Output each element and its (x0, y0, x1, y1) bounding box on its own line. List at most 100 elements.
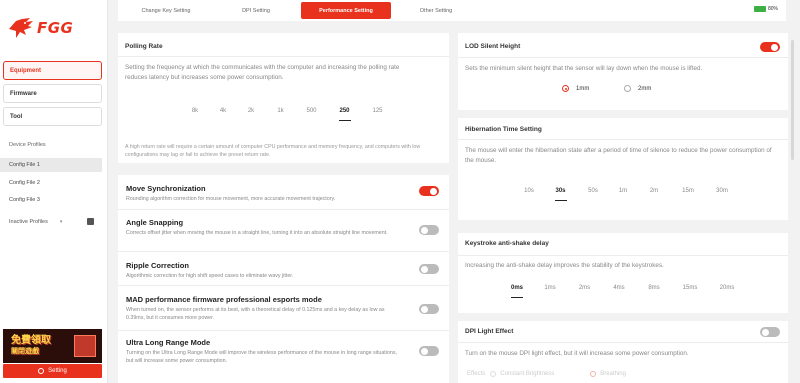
scrollbar-thumb[interactable] (791, 40, 794, 160)
radio-selected-icon[interactable] (590, 371, 597, 377)
hibernation-options: 10s 30s 50s 1m 2m 15m 30m (514, 188, 739, 201)
divider (458, 342, 788, 343)
tab-other-setting[interactable]: Other Setting (396, 2, 476, 19)
divider (118, 330, 449, 331)
chevron-down-icon[interactable]: ▾ (60, 219, 63, 225)
dpi-light-desc: Turn on the mouse DPI light effect, but … (465, 350, 689, 357)
hibernation-option[interactable]: 15m (671, 188, 705, 194)
keystroke-option[interactable]: 20ms (709, 285, 745, 291)
hibernation-option-selected[interactable]: 30s (544, 188, 577, 201)
move-sync-toggle[interactable] (419, 186, 439, 196)
brand-logo: FGG (8, 14, 73, 42)
switch-title: Move Synchronization (126, 184, 206, 193)
keystroke-desc: Increasing the anti-shake delay improves… (465, 262, 664, 269)
lod-title: LOD Silent Height (465, 43, 521, 50)
promo-line-2: 關閉遊戲 (11, 347, 39, 355)
effect-breathing[interactable]: Breathing (600, 371, 626, 377)
lod-panel: LOD Silent Height Sets the minimum silen… (458, 33, 788, 110)
keystroke-option[interactable]: 1ms (532, 285, 568, 291)
keystroke-option-selected[interactable]: 0ms (502, 285, 532, 298)
polling-rate-note: A high return rate will require a certai… (125, 144, 421, 158)
dpi-light-toggle[interactable] (760, 327, 780, 337)
keystroke-options: 0ms 1ms 2ms 4ms 8ms 15ms 20ms (502, 285, 745, 298)
dpi-light-title: DPI Light Effect (465, 328, 514, 335)
rate-option[interactable]: 1k (265, 108, 296, 114)
switches-panel: Move Synchronization Rounding algorithm … (118, 175, 449, 383)
switch-title: Ripple Correction (126, 261, 189, 270)
hibernation-option[interactable]: 30m (705, 188, 739, 194)
switch-row-ripple-correction: Ripple Correction Algorithmic correction… (118, 261, 448, 291)
switch-desc: When turned on, the sensor performs at i… (126, 307, 385, 321)
eagle-logo-icon (9, 18, 33, 38)
switch-row-ultra-long-range: Ultra Long Range Mode Turning on the Ult… (118, 338, 448, 368)
switch-desc: Rounding algorithm correction for mouse … (126, 196, 336, 202)
hibernation-desc: The mouse will enter the hibernation sta… (465, 147, 772, 164)
radio-icon[interactable] (490, 371, 497, 377)
divider (458, 255, 788, 256)
switch-desc: Corrects offset jitter when moving the m… (126, 230, 388, 236)
polling-rate-panel: Polling Rate Setting the frequency at wh… (118, 33, 449, 163)
lod-radio-1mm[interactable]: 1mm (562, 85, 589, 92)
keystroke-option[interactable]: 8ms (637, 285, 671, 291)
hibernation-panel: Hibernation Time Setting The mouse will … (458, 118, 788, 220)
polling-rate-options: 8k 4k 2k 1k 500 250 125 (181, 108, 393, 121)
tab-performance-setting[interactable]: Performance Setting (301, 2, 391, 19)
divider (118, 285, 449, 286)
setting-label: Setting (48, 368, 67, 374)
divider (118, 209, 449, 210)
keystroke-option[interactable]: 15ms (671, 285, 709, 291)
rate-option-selected[interactable]: 250 (327, 108, 362, 121)
divider (118, 251, 449, 252)
switch-desc: Algorithmic correction for high shift sp… (126, 273, 294, 279)
inactive-profiles-label: Inactive Profiles (9, 218, 48, 225)
battery-icon (753, 6, 766, 12)
keystroke-option[interactable]: 4ms (601, 285, 637, 291)
divider (458, 139, 788, 140)
lod-toggle[interactable] (760, 42, 780, 52)
keystroke-option[interactable]: 2ms (568, 285, 601, 291)
nav-firmware[interactable]: Firmware (3, 84, 102, 103)
radio-label: 1mm (576, 85, 590, 92)
tab-dpi-setting[interactable]: DPI Setting (216, 2, 296, 19)
promo-banner[interactable]: 免費領取 關閉遊戲 (3, 329, 102, 363)
switch-row-mad-mode: MAD performance firmware professional es… (118, 295, 448, 325)
dpi-light-effects-row: Effects Constant Brightness Breathing (467, 371, 626, 377)
effects-label: Effects (467, 371, 486, 377)
mad-mode-toggle[interactable] (419, 304, 439, 314)
sidebar: FGG Equipment Firmware Tool Device Profi… (0, 0, 108, 383)
keystroke-title: Keystroke anti-shake delay (465, 240, 549, 247)
promo-text: 免費領取 關閉遊戲 (3, 335, 51, 357)
profile-item-1[interactable]: Config File 1 (0, 158, 102, 172)
setting-button[interactable]: Setting (3, 364, 102, 378)
hibernation-option[interactable]: 1m (609, 188, 637, 194)
nav-tool[interactable]: Tool (3, 107, 102, 126)
lod-desc: Sets the minimum silent height that the … (465, 65, 703, 72)
effect-constant-brightness[interactable]: Constant Brightness (500, 371, 554, 377)
profile-item-2[interactable]: Config File 2 (0, 176, 102, 190)
hibernation-option[interactable]: 50s (577, 188, 609, 194)
divider (458, 57, 788, 58)
inactive-profiles-row[interactable]: Inactive Profiles ▾ (9, 218, 94, 225)
promo-line-1: 免費領取 (11, 335, 51, 346)
switch-row-angle-snapping: Angle Snapping Corrects offset jitter wh… (118, 218, 448, 248)
tab-change-key-setting[interactable]: Change Key Setting (125, 2, 207, 19)
profile-item-3[interactable]: Config File 3 (0, 193, 102, 207)
hibernation-option[interactable]: 2m (637, 188, 671, 194)
rate-option[interactable]: 8k (181, 108, 209, 114)
lod-radio-2mm[interactable]: 2mm (624, 85, 651, 92)
rate-option[interactable]: 2k (237, 108, 265, 114)
ripple-correction-toggle[interactable] (419, 264, 439, 274)
nav-equipment[interactable]: Equipment (3, 61, 102, 80)
angle-snapping-toggle[interactable] (419, 225, 439, 235)
gear-icon (38, 368, 45, 374)
delete-icon[interactable] (87, 218, 94, 225)
device-profiles-title: Device Profiles (9, 142, 46, 148)
rate-option[interactable]: 500 (296, 108, 327, 114)
rate-option[interactable]: 4k (209, 108, 237, 114)
rate-option[interactable]: 125 (362, 108, 393, 114)
switch-title: MAD performance firmware professional es… (126, 295, 322, 304)
ultra-long-range-toggle[interactable] (419, 346, 439, 356)
hibernation-option[interactable]: 10s (514, 188, 544, 194)
battery-percent: 80% (767, 6, 778, 12)
switch-desc: Turning on the Ultra Long Range Mode wil… (126, 350, 397, 364)
